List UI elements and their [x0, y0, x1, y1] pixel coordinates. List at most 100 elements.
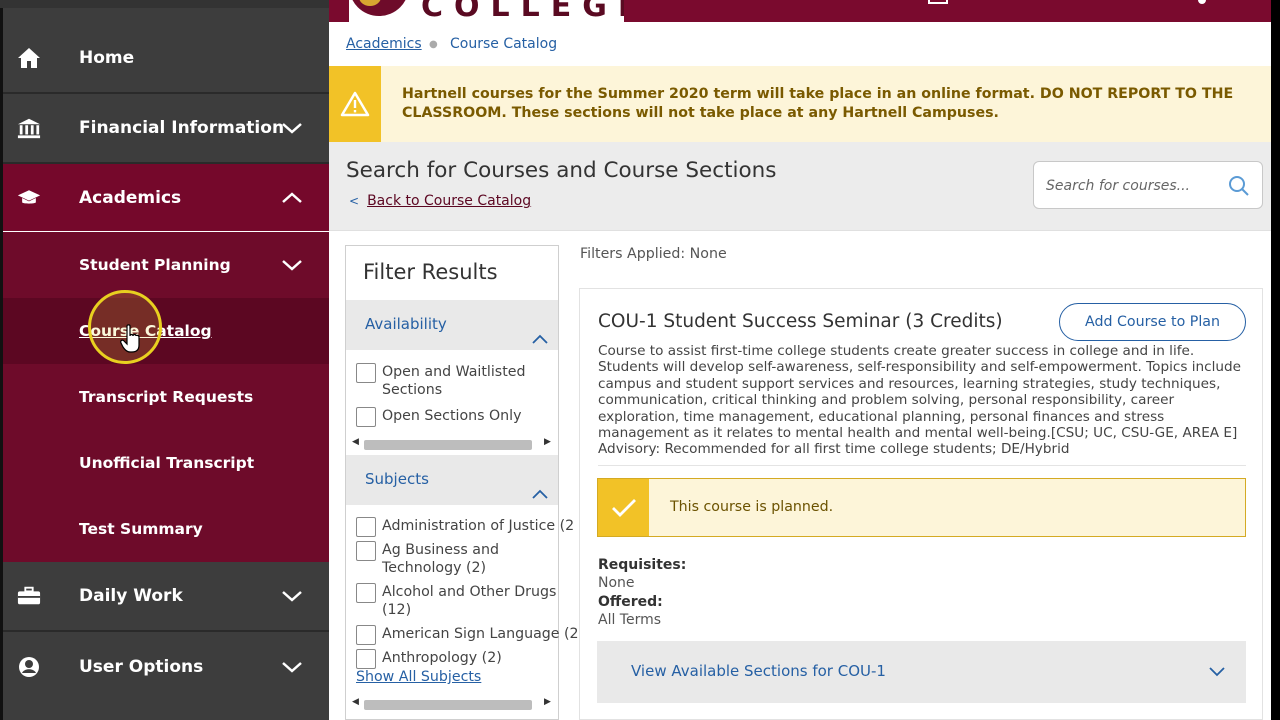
chevron-up-icon — [532, 489, 548, 499]
search-input[interactable] — [1046, 174, 1226, 198]
add-course-to-plan-button[interactable]: Add Course to Plan — [1059, 303, 1246, 341]
alert-text: Hartnell courses for the Summer 2020 ter… — [402, 86, 1234, 121]
breadcrumb-current: Course Catalog — [450, 36, 558, 52]
view-sections-toggle[interactable]: View Available Sections for COU-1 — [597, 641, 1246, 703]
briefcase-icon — [17, 584, 41, 608]
subjects-section-header[interactable]: Subjects — [346, 455, 558, 505]
filter-title: Filter Results — [363, 260, 498, 284]
filter-option-open-waitlisted[interactable]: Open and Waitlisted Sections — [356, 363, 532, 399]
sidebar-item-student-planning[interactable]: Student Planning — [3, 232, 329, 298]
scroll-thumb[interactable] — [364, 700, 532, 710]
chevron-down-icon — [1209, 667, 1225, 677]
availability-hscroll[interactable]: ◀ ▶ — [350, 437, 554, 451]
sidebar-top-strip — [0, 0, 329, 8]
sidebar-subitem-label: Test Summary — [79, 520, 203, 538]
header-icon[interactable] — [928, 0, 948, 4]
chevron-down-icon — [282, 591, 302, 602]
chevron-up-icon — [532, 334, 548, 344]
warning-icon — [340, 91, 370, 117]
breadcrumb-separator: ● — [429, 38, 438, 50]
scroll-left-icon[interactable]: ◀ — [352, 437, 359, 447]
checkbox[interactable] — [356, 517, 376, 537]
planned-stripe — [598, 479, 649, 536]
subject-option-label: Administration of Justice (2 — [382, 518, 575, 534]
chevron-down-icon — [282, 260, 302, 271]
course-search-box — [1033, 161, 1263, 209]
sidebar-item-academics[interactable]: Academics — [3, 164, 329, 232]
user-icon — [17, 655, 41, 679]
course-title: COU-1 Student Success Seminar (3 Credits… — [598, 311, 1003, 332]
checkbox[interactable] — [356, 541, 376, 561]
offered-label: Offered: — [598, 594, 663, 610]
scroll-thumb[interactable] — [364, 440, 532, 450]
checkbox[interactable] — [356, 363, 376, 383]
search-icon[interactable] — [1228, 175, 1250, 197]
subjects-label: Subjects — [365, 470, 429, 488]
scroll-right-icon[interactable]: ▶ — [544, 437, 551, 447]
sidebar-item-label: Financial Information — [79, 118, 285, 138]
card-divider — [598, 465, 1246, 466]
subject-option[interactable]: Anthropology (2) — [356, 649, 502, 669]
logo-mark — [349, 0, 409, 16]
course-card: COU-1 Student Success Seminar (3 Credits… — [579, 288, 1263, 720]
sidebar-item-label: User Options — [79, 657, 204, 677]
subject-option-label: Anthropology (2) — [382, 650, 502, 666]
subject-option[interactable]: American Sign Language (2 — [356, 625, 579, 645]
checkbox[interactable] — [356, 583, 376, 603]
checkbox[interactable] — [356, 649, 376, 669]
offered-value: All Terms — [598, 612, 662, 628]
filter-option-label: Open and Waitlisted Sections — [382, 364, 526, 398]
chevron-left-icon: < — [349, 194, 360, 208]
filter-option-open-only[interactable]: Open Sections Only — [356, 407, 522, 427]
sidebar-item-label: Daily Work — [79, 586, 183, 606]
subject-option[interactable]: Alcohol and Other Drugs (12) — [356, 583, 562, 619]
sidebar-item-home[interactable]: Home — [3, 24, 329, 92]
breadcrumb: Academics ● Course Catalog — [329, 22, 1271, 66]
filters-applied: Filters Applied: None — [580, 246, 727, 262]
requisites-value: None — [598, 575, 635, 591]
chevron-down-icon — [282, 123, 302, 134]
subjects-hscroll[interactable]: ◀ ▶ — [350, 697, 554, 711]
sidebar-item-financial-information[interactable]: Financial Information — [3, 94, 329, 162]
alert-banner: Hartnell courses for the Summer 2020 ter… — [329, 66, 1271, 142]
filter-panel: Filter Results Availability Open and Wai… — [345, 245, 579, 720]
sidebar-subitem-label: Student Planning — [79, 256, 231, 274]
show-all-subjects-link[interactable]: Show All Subjects — [356, 669, 481, 685]
back-to-catalog-link[interactable]: < Back to Course Catalog — [349, 193, 531, 209]
sidebar-item-unofficial-transcript[interactable]: Unofficial Transcript — [3, 430, 329, 496]
sidebar-item-test-summary[interactable]: Test Summary — [3, 496, 329, 562]
requisites-label: Requisites: — [598, 557, 687, 573]
sidebar-subitem-label: Unofficial Transcript — [79, 454, 255, 472]
home-icon — [17, 46, 41, 70]
sidebar-item-course-catalog[interactable]: Course Catalog — [3, 298, 329, 364]
alert-stripe — [329, 66, 381, 142]
breadcrumb-academics-link[interactable]: Academics — [346, 36, 422, 52]
sidebar-item-transcript-requests[interactable]: Transcript Requests — [3, 364, 329, 430]
bank-icon — [17, 116, 41, 140]
sidebar-subitem-label: Transcript Requests — [79, 388, 254, 406]
sidebar-item-label: Academics — [79, 188, 182, 208]
college-logo[interactable]: COLLEGE — [349, 0, 624, 22]
view-sections-label: View Available Sections for COU-1 — [631, 662, 886, 680]
chevron-up-icon — [282, 192, 302, 203]
course-description: Course to assist first-time college stud… — [598, 343, 1241, 458]
subject-option-label: American Sign Language (2 — [382, 626, 579, 642]
subject-option[interactable]: Administration of Justice (2 — [356, 517, 574, 537]
sidebar-item-user-options[interactable]: User Options — [3, 632, 329, 702]
hand-cursor-icon — [120, 324, 140, 353]
availability-section-header[interactable]: Availability — [346, 300, 558, 350]
sidebar-item-label: Home — [79, 48, 135, 68]
checkbox[interactable] — [356, 407, 376, 427]
checkbox[interactable] — [356, 625, 376, 645]
subject-option[interactable]: Ag Business and Technology (2) — [356, 541, 512, 577]
scroll-left-icon[interactable]: ◀ — [352, 697, 359, 707]
planned-status-banner: This course is planned. — [597, 478, 1246, 537]
window-scrollbar[interactable] — [1271, 0, 1280, 720]
chevron-down-icon — [282, 662, 302, 673]
filter-option-label: Open Sections Only — [382, 408, 522, 424]
scroll-right-icon[interactable]: ▶ — [544, 697, 551, 707]
availability-label: Availability — [365, 315, 447, 333]
planned-status-text: This course is planned. — [670, 499, 834, 515]
sidebar-item-daily-work[interactable]: Daily Work — [3, 562, 329, 630]
logo-text: COLLEGE — [421, 0, 624, 22]
